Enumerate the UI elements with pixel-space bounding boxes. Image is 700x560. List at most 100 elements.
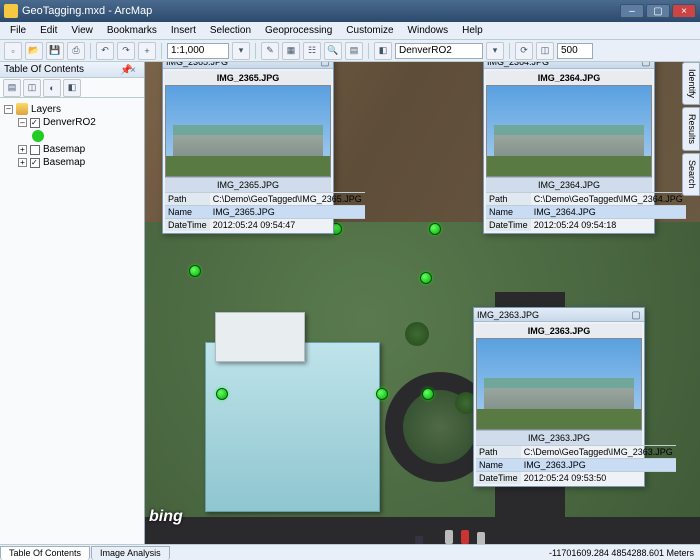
close-button[interactable]: × <box>672 4 696 18</box>
print-icon[interactable]: ⎙ <box>67 42 85 60</box>
menu-bookmarks[interactable]: Bookmarks <box>101 23 163 38</box>
attr-val: 2012:05:24 09:53:50 <box>521 472 676 485</box>
catalog-icon[interactable]: ☷ <box>303 42 321 60</box>
point-symbol-icon <box>32 130 44 142</box>
geo-point[interactable] <box>420 272 432 284</box>
popup-max-icon[interactable]: ▢ <box>641 62 651 67</box>
attr-val: 2012:05:24 09:54:47 <box>210 219 365 232</box>
scale-input[interactable] <box>167 43 229 59</box>
add-data-icon[interactable]: + <box>138 42 156 60</box>
popup-title: IMG_2365.JPG <box>166 62 320 67</box>
close-panel-icon[interactable]: × <box>130 65 140 75</box>
attr-val: C:\Demo\GeoTagged\IMG_2365.JPG <box>210 193 365 206</box>
list-by-drawing-icon[interactable]: ▤ <box>3 79 21 97</box>
python-icon[interactable]: ▤ <box>345 42 363 60</box>
menu-customize[interactable]: Customize <box>340 23 399 38</box>
search-icon[interactable]: 🔍 <box>324 42 342 60</box>
layer-checkbox[interactable] <box>30 145 40 155</box>
layer-combo[interactable] <box>395 43 483 59</box>
tree-layer[interactable]: + Basemap <box>4 143 140 156</box>
attr-val: IMG_2363.JPG <box>521 459 676 472</box>
geo-point[interactable] <box>189 265 201 277</box>
list-by-source-icon[interactable]: ◫ <box>23 79 41 97</box>
attr-val: IMG_2364.JPG <box>531 206 686 219</box>
geo-point[interactable] <box>376 388 388 400</box>
attr-val: C:\Demo\GeoTagged\IMG_2364.JPG <box>531 193 686 206</box>
minimize-button[interactable]: – <box>620 4 644 18</box>
tree-root[interactable]: – Layers <box>4 102 140 116</box>
bottom-tab-image-analysis[interactable]: Image Analysis <box>91 546 170 560</box>
redo-icon[interactable]: ↷ <box>117 42 135 60</box>
window-titlebar: GeoTagging.mxd - ArcMap – ▢ × <box>0 0 700 22</box>
popup-title: IMG_2364.JPG <box>487 62 641 67</box>
menu-selection[interactable]: Selection <box>204 23 257 38</box>
collapse-icon[interactable]: + <box>18 158 27 167</box>
tree-layer[interactable]: + Basemap <box>4 156 140 169</box>
list-by-visibility-icon[interactable]: ◐ <box>43 79 61 97</box>
georef-icon[interactable]: ◧ <box>374 42 392 60</box>
attr-val: IMG_2365.JPG <box>210 206 365 219</box>
right-tab-search[interactable]: Search <box>682 153 700 196</box>
open-icon[interactable]: 📂 <box>25 42 43 60</box>
attr-key: Path <box>476 446 521 459</box>
popup-image-title: IMG_2364.JPG <box>486 71 652 85</box>
popup-attributes: PathC:\Demo\GeoTagged\IMG_2363.JPGNameIM… <box>476 445 676 484</box>
layer-checkbox[interactable] <box>30 158 40 168</box>
tree-layer[interactable]: –DenverRO2 <box>4 116 140 129</box>
collapse-icon[interactable]: + <box>18 145 27 154</box>
popup-max-icon[interactable]: ▢ <box>320 62 330 67</box>
popup-image-title: IMG_2363.JPG <box>476 324 642 338</box>
photo-popup[interactable]: IMG_2364.JPG▢IMG_2364.JPGIMG_2364.JPGPat… <box>483 62 655 234</box>
scale-dropdown-icon[interactable]: ▾ <box>232 42 250 60</box>
popup-thumbnail[interactable] <box>165 85 331 177</box>
menu-file[interactable]: File <box>4 23 32 38</box>
menu-windows[interactable]: Windows <box>402 23 455 38</box>
popup-thumbnail[interactable] <box>486 85 652 177</box>
map-view[interactable]: IMG_2365.JPG▢IMG_2365.JPGIMG_2365.JPGPat… <box>145 62 700 544</box>
spin-input[interactable] <box>557 43 593 59</box>
menu-help[interactable]: Help <box>456 23 489 38</box>
new-icon[interactable]: ▫ <box>4 42 22 60</box>
menu-geoprocessing[interactable]: Geoprocessing <box>259 23 338 38</box>
right-tab-results[interactable]: Results <box>682 107 700 151</box>
attr-val: C:\Demo\GeoTagged\IMG_2363.JPG <box>521 446 676 459</box>
collapse-icon[interactable]: – <box>18 118 27 127</box>
toc-panel: Table Of Contents 📌 × ▤ ◫ ◐ ◧ – Layers –… <box>0 62 145 544</box>
photo-popup[interactable]: IMG_2363.JPG▢IMG_2363.JPGIMG_2363.JPGPat… <box>473 307 645 487</box>
popup-image-title: IMG_2365.JPG <box>165 71 331 85</box>
maximize-button[interactable]: ▢ <box>646 4 670 18</box>
pin-icon[interactable]: 📌 <box>120 65 130 75</box>
popup-thumbnail[interactable] <box>476 338 642 430</box>
save-icon[interactable]: 💾 <box>46 42 64 60</box>
popup-caption: IMG_2363.JPG <box>476 430 642 445</box>
table-icon[interactable]: ▦ <box>282 42 300 60</box>
standard-toolbar: ▫ 📂 💾 ⎙ ↶ ↷ + ▾ ✎ ▦ ☷ 🔍 ▤ ◧ ▾ ⟳ ◫ <box>0 40 700 62</box>
attr-val: 2012:05:24 09:54:18 <box>531 219 686 232</box>
attr-key: Path <box>486 193 531 206</box>
bottom-tab-table-of-contents[interactable]: Table Of Contents <box>0 546 90 560</box>
right-tab-identify[interactable]: Identify <box>682 62 700 105</box>
undo-icon[interactable]: ↶ <box>96 42 114 60</box>
layer-dropdown-icon[interactable]: ▾ <box>486 42 504 60</box>
refresh-icon[interactable]: ⟳ <box>515 42 533 60</box>
menu-insert[interactable]: Insert <box>165 23 202 38</box>
toc-tools: ▤ ◫ ◐ ◧ <box>0 78 144 98</box>
layer-label: Basemap <box>43 144 85 155</box>
editor-icon[interactable]: ✎ <box>261 42 279 60</box>
app-icon <box>4 4 18 18</box>
list-by-selection-icon[interactable]: ◧ <box>63 79 81 97</box>
popup-attributes: PathC:\Demo\GeoTagged\IMG_2364.JPGNameIM… <box>486 192 686 231</box>
menu-view[interactable]: View <box>65 23 99 38</box>
menu-edit[interactable]: Edit <box>34 23 63 38</box>
geo-point[interactable] <box>429 223 441 235</box>
geo-point[interactable] <box>422 388 434 400</box>
attr-key: DateTime <box>476 472 521 485</box>
pause-icon[interactable]: ◫ <box>536 42 554 60</box>
collapse-icon[interactable]: – <box>4 105 13 114</box>
layer-label: Basemap <box>43 157 85 168</box>
photo-popup[interactable]: IMG_2365.JPG▢IMG_2365.JPGIMG_2365.JPGPat… <box>162 62 334 234</box>
geo-point[interactable] <box>216 388 228 400</box>
popup-max-icon[interactable]: ▢ <box>631 310 641 320</box>
window-title: GeoTagging.mxd - ArcMap <box>22 5 620 17</box>
layer-checkbox[interactable] <box>30 118 40 128</box>
